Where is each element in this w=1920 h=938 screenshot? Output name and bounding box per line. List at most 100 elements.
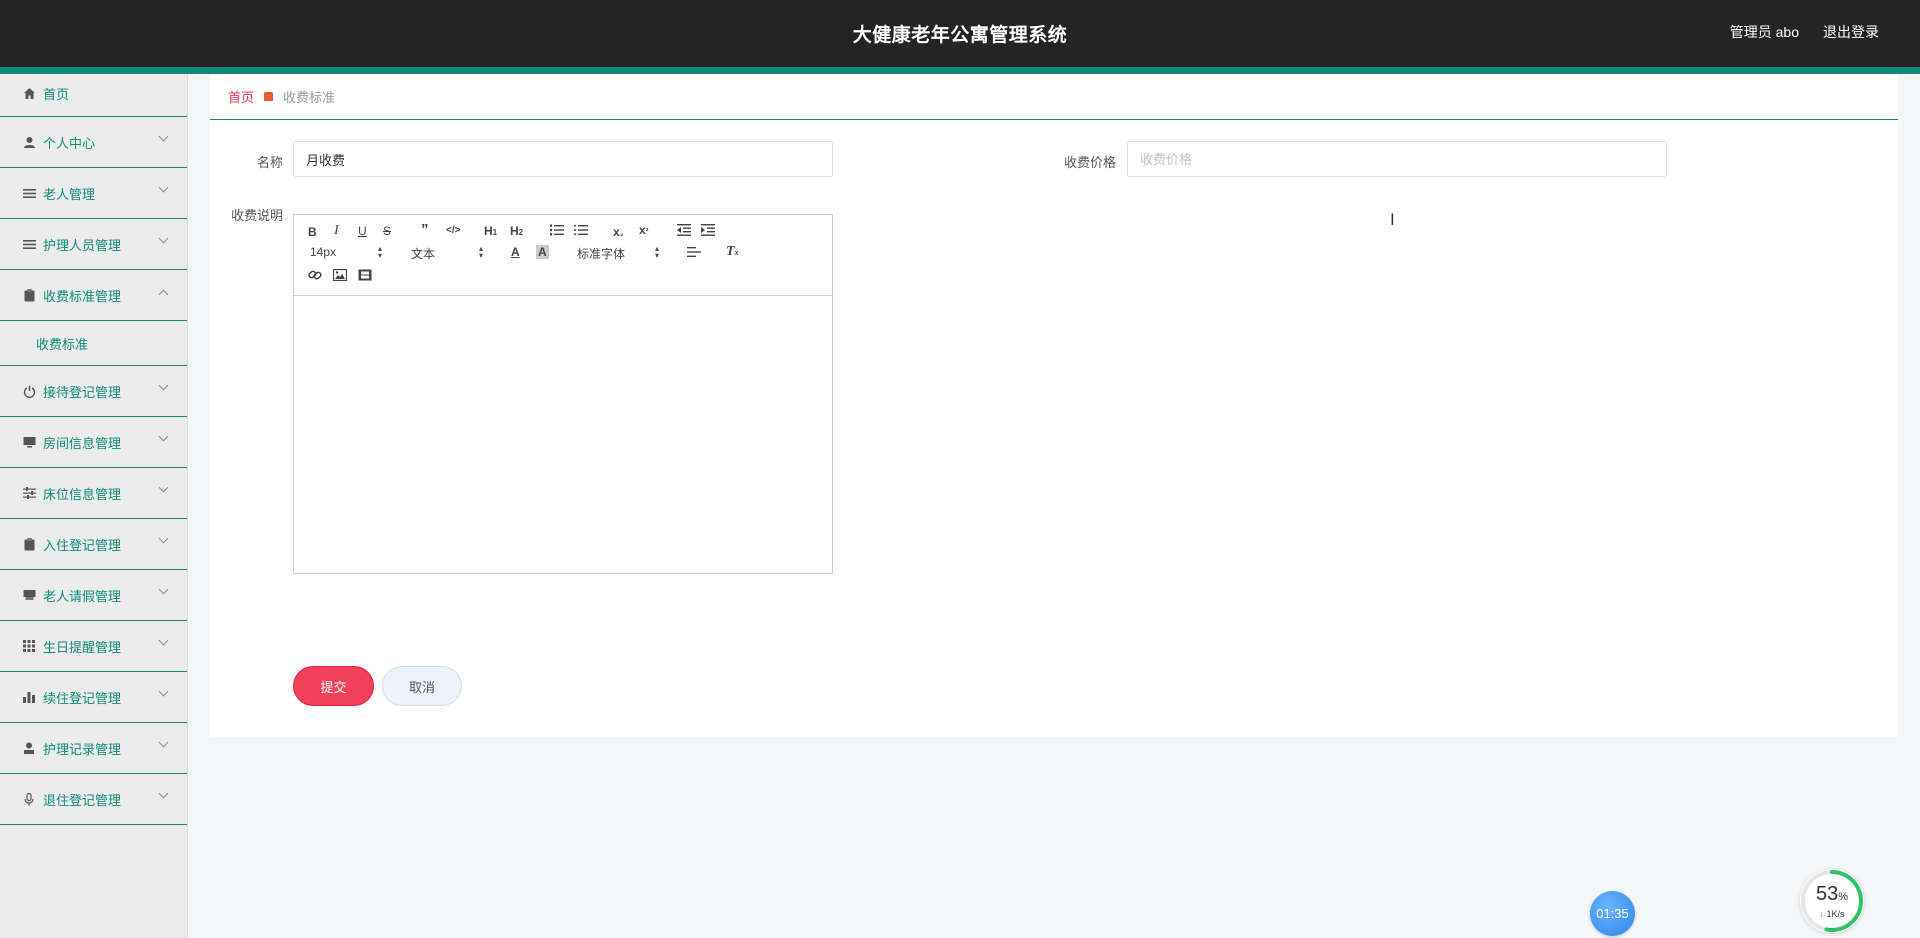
sidebar-item-label: 护理记录管理 bbox=[43, 741, 122, 757]
ordered-list-icon[interactable] bbox=[550, 224, 564, 239]
sidebar-subitem-fee-standard[interactable]: 收费标准 bbox=[0, 321, 187, 366]
clipboard-icon bbox=[22, 537, 36, 551]
printer-icon bbox=[22, 588, 36, 602]
sidebar-item-label: 房间信息管理 bbox=[43, 435, 122, 451]
sidebar-item-profile[interactable]: 个人中心 bbox=[0, 117, 187, 168]
price-input[interactable] bbox=[1127, 141, 1667, 177]
sidebar-item-label: 首页 bbox=[43, 86, 70, 102]
select-arrows-icon: ▴ ▾ bbox=[378, 244, 383, 260]
logout-link[interactable]: 退出登录 bbox=[1823, 22, 1879, 42]
breadcrumb-home[interactable]: 首页 bbox=[228, 87, 254, 106]
name-input[interactable] bbox=[293, 141, 833, 177]
video-icon[interactable] bbox=[358, 269, 372, 284]
chevron-down-icon bbox=[158, 233, 169, 244]
submit-button[interactable]: 提交 bbox=[293, 666, 374, 706]
mic-icon bbox=[22, 792, 36, 806]
cancel-button[interactable]: 取消 bbox=[382, 666, 462, 706]
chevron-down-icon bbox=[158, 788, 169, 799]
sidebar-item-check-in[interactable]: 入住登记管理 bbox=[0, 519, 187, 570]
background-color-icon[interactable]: A bbox=[536, 245, 549, 259]
link-icon[interactable] bbox=[308, 269, 322, 284]
chevron-down-icon bbox=[158, 686, 169, 697]
bold-icon[interactable]: B bbox=[308, 225, 317, 239]
editor-toolbar: B I U S ” </> H1 H2 x₂ x² 14px ▴ ▾ 文本 ▴ … bbox=[294, 215, 832, 296]
chevron-down-icon bbox=[158, 431, 169, 442]
network-speed: ↓ 1K/s bbox=[1819, 909, 1845, 919]
chevron-down-icon bbox=[158, 482, 169, 493]
select-arrows-icon: ▴ ▾ bbox=[479, 244, 484, 260]
sidebar-item-label: 老人请假管理 bbox=[43, 588, 122, 604]
sidebar-item-label: 个人中心 bbox=[43, 135, 96, 151]
monitor-icon bbox=[22, 435, 36, 449]
sidebar-item-fee-standards[interactable]: 收费标准管理 bbox=[0, 270, 187, 321]
chevron-down-icon bbox=[158, 584, 169, 595]
sidebar-item-label: 接待登记管理 bbox=[43, 384, 122, 400]
sidebar-item-label: 入住登记管理 bbox=[43, 537, 122, 553]
sidebar-item-home[interactable]: 首页 bbox=[0, 74, 187, 117]
font-size-select[interactable]: 14px ▴ ▾ bbox=[310, 244, 386, 260]
sidebar: 首页 个人中心 老人管理 护理人员管理 收费标准管理 收费标准 接待登记管理 房… bbox=[0, 74, 188, 938]
download-arrow-icon: ↓ bbox=[1819, 909, 1824, 919]
heading-1-icon[interactable]: H1 bbox=[484, 224, 497, 240]
sidebar-item-caregivers[interactable]: 护理人员管理 bbox=[0, 219, 187, 270]
sidebar-item-extend-stay[interactable]: 续住登记管理 bbox=[0, 672, 187, 723]
name-label: 名称 bbox=[256, 155, 283, 170]
clear-format-icon[interactable]: Tx bbox=[726, 245, 739, 260]
clipboard-icon bbox=[22, 288, 36, 302]
header-accent-bar bbox=[0, 67, 1920, 74]
chevron-down-icon bbox=[158, 182, 169, 193]
subscript-icon[interactable]: x₂ bbox=[613, 225, 623, 241]
user-icon bbox=[22, 135, 36, 149]
sidebar-item-leave[interactable]: 老人请假管理 bbox=[0, 570, 187, 621]
heading-2-icon[interactable]: H2 bbox=[510, 224, 523, 240]
network-percent: 53% bbox=[1815, 883, 1849, 905]
breadcrumb: 首页 收费标准 bbox=[210, 74, 1898, 120]
blockquote-icon[interactable]: ” bbox=[421, 222, 429, 237]
font-color-icon[interactable]: A bbox=[511, 245, 520, 259]
bullet-list-icon[interactable] bbox=[574, 224, 588, 239]
sidebar-item-elders[interactable]: 老人管理 bbox=[0, 168, 187, 219]
timer-badge[interactable]: 01:35 bbox=[1590, 891, 1635, 936]
image-icon[interactable] bbox=[332, 268, 348, 284]
chevron-down-icon bbox=[158, 131, 169, 142]
font-family-select[interactable]: 标准字体 ▴ ▾ bbox=[577, 245, 663, 262]
sidebar-item-care-records[interactable]: 护理记录管理 bbox=[0, 723, 187, 774]
sidebar-item-label: 老人管理 bbox=[43, 186, 96, 202]
block-format-select[interactable]: 文本 ▴ ▾ bbox=[411, 245, 487, 262]
indent-icon[interactable] bbox=[701, 224, 715, 239]
align-left-icon[interactable] bbox=[687, 246, 701, 261]
app-title: 大健康老年公寓管理系统 bbox=[852, 25, 1068, 46]
chevron-down-icon bbox=[158, 533, 169, 544]
network-speed-widget[interactable]: 53% ↓ 1K/s bbox=[1800, 869, 1864, 933]
sidebar-item-label: 生日提醒管理 bbox=[43, 639, 122, 655]
chevron-down-icon bbox=[158, 737, 169, 748]
sidebar-item-rooms[interactable]: 房间信息管理 bbox=[0, 417, 187, 468]
home-icon bbox=[22, 86, 36, 100]
sidebar-item-check-out[interactable]: 退住登记管理 bbox=[0, 774, 187, 825]
strikethrough-icon[interactable]: S bbox=[383, 224, 391, 238]
editor-content-area[interactable] bbox=[294, 296, 832, 573]
sidebar-item-reception[interactable]: 接待登记管理 bbox=[0, 366, 187, 417]
code-block-icon[interactable]: </> bbox=[446, 224, 460, 238]
chevron-up-icon bbox=[158, 289, 169, 300]
italic-icon[interactable]: I bbox=[334, 224, 339, 238]
sidebar-item-label: 收费标准管理 bbox=[43, 288, 122, 304]
sidebar-item-label: 护理人员管理 bbox=[43, 237, 122, 253]
main-panel: 首页 收费标准 名称 收费价格 收费说明 B I U S ” </> H1 H2… bbox=[210, 74, 1898, 737]
description-label: 收费说明 bbox=[230, 208, 283, 223]
font-size-value: 14px bbox=[310, 245, 337, 259]
sidebar-item-label: 床位信息管理 bbox=[43, 486, 122, 502]
price-label: 收费价格 bbox=[1063, 155, 1116, 170]
font-family-value: 标准字体 bbox=[577, 247, 626, 261]
power-icon bbox=[22, 384, 36, 398]
bar-chart-icon bbox=[22, 690, 36, 704]
underline-icon[interactable]: U bbox=[358, 224, 367, 238]
sidebar-item-beds[interactable]: 床位信息管理 bbox=[0, 468, 187, 519]
chevron-down-icon bbox=[158, 635, 169, 646]
outdent-icon[interactable] bbox=[677, 224, 691, 239]
current-user-label: 管理员 abo bbox=[1729, 24, 1799, 40]
top-header: 大健康老年公寓管理系统 管理员 abo 退出登录 bbox=[0, 0, 1920, 74]
list-icon bbox=[22, 186, 36, 200]
superscript-icon[interactable]: x² bbox=[639, 223, 648, 239]
sidebar-item-birthday[interactable]: 生日提醒管理 bbox=[0, 621, 187, 672]
